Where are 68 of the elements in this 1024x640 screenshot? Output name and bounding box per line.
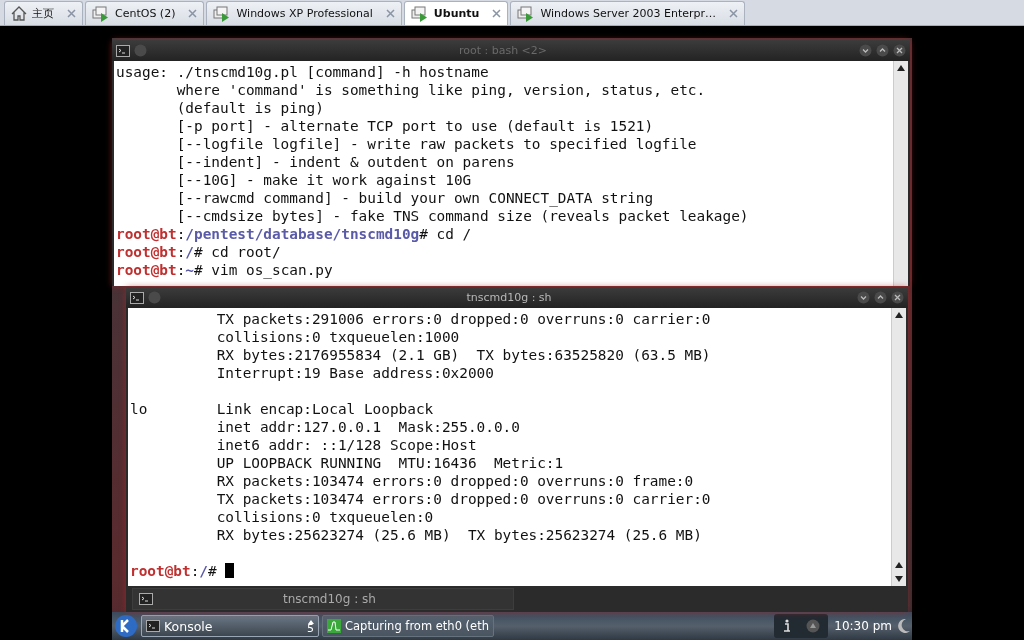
terminal-line: (default is ping) (175, 99, 325, 117)
terminal-line: [--10G] - make it work against 10G (175, 171, 473, 189)
session-tab[interactable]: tnscmd10g : sh (132, 588, 514, 610)
terminal-line: root@bt:/# cd root/ (116, 244, 281, 260)
browser-tab[interactable]: CentOS (2) (85, 1, 205, 25)
browser-tab[interactable]: Windows XP Professional (206, 1, 402, 25)
close-icon[interactable] (67, 9, 76, 18)
terminal-line: RX packets:103474 errors:0 dropped:0 overruns:0 frame:0 (215, 472, 695, 490)
terminal-line: inet addr:127.0.0.1 Mask:255.0.0.0 (215, 418, 521, 436)
taskbar-task[interactable]: Capturing from eth0 (eth (322, 615, 494, 637)
minimize-button[interactable] (857, 291, 870, 304)
vm-icon (517, 5, 536, 22)
scrollbar[interactable] (891, 308, 906, 586)
minimize-button[interactable] (859, 44, 872, 57)
terminal-line: usage: ./tnscmd10g.pl [command] -h hostname (116, 63, 490, 81)
home-icon (11, 6, 27, 21)
browser-tab[interactable]: 主页 (4, 1, 83, 25)
start-menu-icon[interactable] (114, 614, 138, 638)
terminal-line: collisions:0 txqueuelen:0 (215, 508, 435, 526)
terminal-line: TX packets:291006 errors:0 dropped:0 overruns:0 carrier:0 (215, 310, 712, 328)
terminal-icon (146, 620, 160, 632)
terminal-line: collisions:0 txqueuelen:1000 (215, 328, 461, 346)
terminal-line: RX bytes:2176955834 (2.1 GB) TX bytes:63525820 (63.5 MB) (215, 346, 712, 364)
scroll-down-icon[interactable] (895, 576, 903, 582)
moon-icon[interactable] (898, 619, 910, 633)
terminal-line: TX packets:103474 errors:0 dropped:0 overruns:0 carrier:0 (215, 490, 712, 508)
scrollbar[interactable] (893, 61, 908, 286)
notification-icon[interactable] (806, 619, 821, 633)
terminal-line: where 'command' is something like ping, version, status, etc. (175, 81, 707, 99)
terminal-icon (116, 44, 130, 57)
terminal-line: UP LOOPBACK RUNNING MTU:16436 Metric:1 (215, 454, 565, 472)
terminal-icon (130, 291, 144, 304)
browser-tab[interactable]: Windows Server 2003 Enterpr… (510, 1, 746, 25)
window-title: root : bash <2> (457, 44, 549, 57)
close-icon[interactable] (385, 9, 395, 18)
taskbar-task[interactable]: Konsole 5 (141, 615, 319, 637)
scroll-up-icon[interactable] (897, 65, 905, 71)
close-button[interactable] (893, 44, 906, 57)
scroll-up-icon[interactable] (895, 562, 903, 568)
terminal-line: [--cmdsize bytes] - fake TNS command size (reveals packet leakage) (175, 207, 750, 225)
terminal-line: root@bt:/pentest/database/tnscmd10g# cd / (116, 226, 472, 242)
vm-icon (213, 5, 232, 22)
clock: 10:30 pm (834, 619, 892, 633)
terminal-line: root@bt:/# (130, 563, 218, 579)
terminal-line: root@bt:~# vim os_scan.py (116, 262, 333, 278)
close-button[interactable] (891, 291, 904, 304)
window-title: tnscmd10g : sh (465, 291, 553, 304)
close-icon[interactable] (492, 9, 502, 18)
close-icon[interactable] (729, 9, 739, 18)
browser-tab[interactable]: Ubuntu (403, 1, 509, 25)
scroll-up-icon[interactable] (895, 312, 903, 318)
terminal-line: [--logfile logfile] - write raw packets to specified logfile (175, 135, 698, 153)
terminal-line: RX bytes:25623274 (25.6 MB) TX bytes:25623274 (25.6 MB) (215, 526, 703, 544)
maximize-button[interactable] (874, 291, 887, 304)
terminal-line: Interrupt:19 Base address:0x2000 (215, 364, 495, 382)
terminal-line: lo Link encap:Local Loopback (130, 400, 435, 418)
terminal-line: [--rawcmd command] - build your own CONNECT_DATA string (175, 189, 655, 207)
vm-icon (92, 5, 110, 22)
window-count: 5 (307, 623, 314, 633)
terminal-line: [-p port] - alternate TCP port to use (default is 1521) (175, 117, 655, 135)
info-icon[interactable] (782, 619, 793, 633)
terminal-line: inet6 addr: ::1/128 Scope:Host (215, 436, 478, 454)
vm-icon (410, 5, 429, 22)
terminal-icon (139, 593, 153, 605)
maximize-button[interactable] (876, 44, 889, 57)
capture-icon (327, 619, 341, 633)
close-icon[interactable] (188, 9, 198, 18)
terminal-line: [--indent] - indent & outdent on parens (175, 153, 516, 171)
